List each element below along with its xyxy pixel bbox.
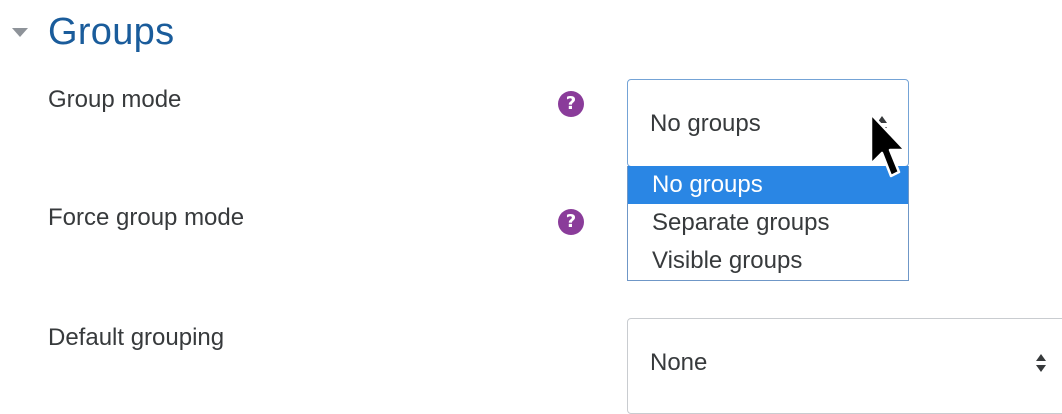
group-mode-label: Group mode bbox=[48, 86, 182, 113]
group-mode-select[interactable]: No groups bbox=[627, 79, 909, 167]
force-group-mode-help-icon[interactable]: ? bbox=[558, 209, 584, 235]
section-title: Groups bbox=[48, 10, 175, 53]
default-grouping-select-value: None bbox=[650, 349, 708, 376]
collapse-chevron-down-icon[interactable] bbox=[10, 22, 30, 42]
default-grouping-select[interactable]: None bbox=[627, 318, 1062, 414]
group-mode-help-icon[interactable]: ? bbox=[558, 91, 584, 117]
dropdown-option-separate-groups[interactable]: Separate groups bbox=[628, 204, 908, 242]
group-mode-select-value: No groups bbox=[650, 110, 761, 137]
sort-arrows-icon bbox=[1036, 354, 1046, 372]
default-grouping-label: Default grouping bbox=[48, 324, 225, 351]
dropdown-option-visible-groups[interactable]: Visible groups bbox=[628, 242, 908, 280]
sort-arrows-icon bbox=[877, 116, 887, 134]
dropdown-option-no-groups[interactable]: No groups bbox=[628, 166, 908, 204]
group-mode-dropdown-list[interactable]: No groups Separate groups Visible groups bbox=[627, 166, 909, 281]
force-group-mode-label: Force group mode bbox=[48, 204, 245, 231]
section-header-groups[interactable]: Groups bbox=[10, 8, 174, 56]
